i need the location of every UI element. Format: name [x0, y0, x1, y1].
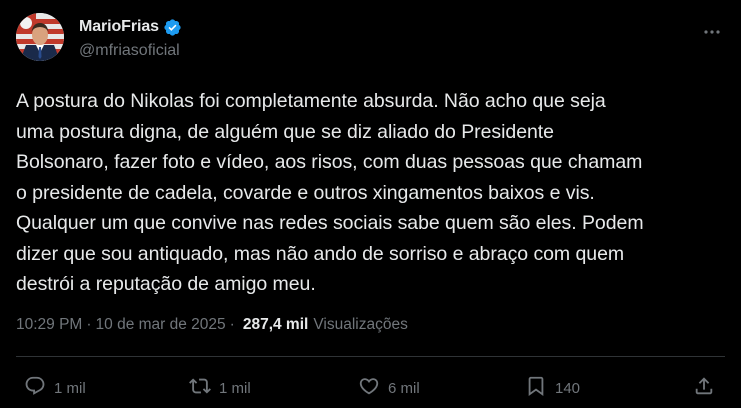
like-button[interactable]: 6 mil: [358, 370, 420, 406]
author-handle[interactable]: @mfriasoficial: [79, 42, 182, 60]
repost-button[interactable]: 1 mil: [189, 370, 251, 406]
bookmark-button[interactable]: 140: [525, 370, 580, 406]
tweet-time[interactable]: 10:29 PM: [16, 316, 82, 334]
repost-count: 1 mil: [219, 379, 251, 397]
views-count[interactable]: 287,4 mil: [243, 316, 309, 334]
heart-icon: [358, 375, 380, 401]
like-count: 6 mil: [388, 379, 420, 397]
reply-button[interactable]: 1 mil: [24, 370, 86, 406]
share-icon: [693, 375, 715, 401]
divider: [16, 356, 725, 357]
views-label[interactable]: Visualizações: [313, 316, 408, 334]
tweet-date[interactable]: 10 de mar de 2025: [96, 316, 226, 334]
verified-badge-icon: [163, 18, 182, 37]
bookmark-icon: [525, 375, 547, 401]
avatar[interactable]: [16, 13, 64, 61]
meta-separator: ·: [86, 316, 92, 333]
tweet-text: A postura do Nikolas foi completamente a…: [16, 90, 644, 295]
meta-separator-2: ·: [229, 316, 235, 333]
reply-count: 1 mil: [54, 379, 86, 397]
repost-icon: [189, 375, 211, 401]
tweet-header: MarioFrias @mfriasoficial: [16, 13, 729, 67]
tweet-meta: 10:29 PM · 10 de mar de 2025 · 287,4 mil…: [16, 316, 408, 334]
display-name-row: MarioFrias: [79, 17, 182, 37]
action-bar: 1 mil 1 mil 6 mil 140: [0, 370, 741, 406]
bookmark-count: 140: [555, 379, 581, 397]
author-names: MarioFrias @mfriasoficial: [79, 17, 182, 60]
share-button[interactable]: [693, 370, 715, 406]
display-name[interactable]: MarioFrias: [79, 18, 159, 36]
reply-icon: [24, 375, 46, 401]
more-options-icon[interactable]: [701, 21, 723, 43]
